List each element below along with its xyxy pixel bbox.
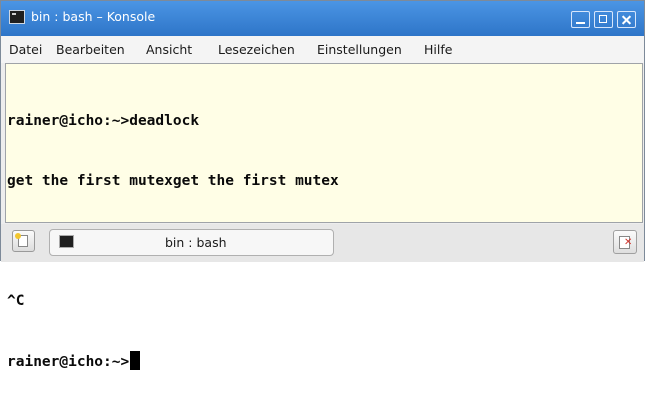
minimize-icon[interactable] <box>571 11 590 28</box>
window-title: bin : bash – Konsole <box>31 9 156 24</box>
menu-datei[interactable]: Datei <box>9 42 42 57</box>
terminal-line: get the first mutexget the first mutex <box>7 173 339 189</box>
maximize-icon[interactable] <box>594 11 613 28</box>
title-bar[interactable]: bin : bash – Konsole <box>1 1 644 36</box>
terminal-prompt: rainer@icho:~> <box>7 354 130 370</box>
menu-bar: Datei Bearbeiten Ansicht Lesezeichen Ein… <box>1 36 644 63</box>
close-tab-icon[interactable] <box>613 230 637 254</box>
menu-ansicht[interactable]: Ansicht <box>146 42 192 57</box>
terminal-prompt-line: rainer@icho:~> <box>7 351 642 371</box>
terminal-line: rainer@icho:~>deadlock <box>7 113 200 129</box>
terminal-icon <box>59 235 74 248</box>
text-cursor <box>130 351 141 370</box>
terminal-line: ^C <box>7 293 25 309</box>
close-icon[interactable] <box>617 11 636 28</box>
tab-bar: bin : bash <box>1 224 644 262</box>
menu-hilfe[interactable]: Hilfe <box>424 42 452 57</box>
menu-lesezeichen[interactable]: Lesezeichen <box>218 42 295 57</box>
terminal-icon[interactable] <box>9 10 25 24</box>
tab-bin-bash[interactable]: bin : bash <box>49 229 334 256</box>
menu-einstellungen[interactable]: Einstellungen <box>317 42 402 57</box>
konsole-window: bin : bash – Konsole Datei Bearbeiten An… <box>0 0 645 370</box>
menu-bearbeiten[interactable]: Bearbeiten <box>56 42 125 57</box>
new-tab-icon[interactable] <box>12 230 35 252</box>
tab-label: bin : bash <box>165 235 227 250</box>
terminal-output[interactable]: rainer@icho:~>deadlock get the first mut… <box>5 63 643 370</box>
